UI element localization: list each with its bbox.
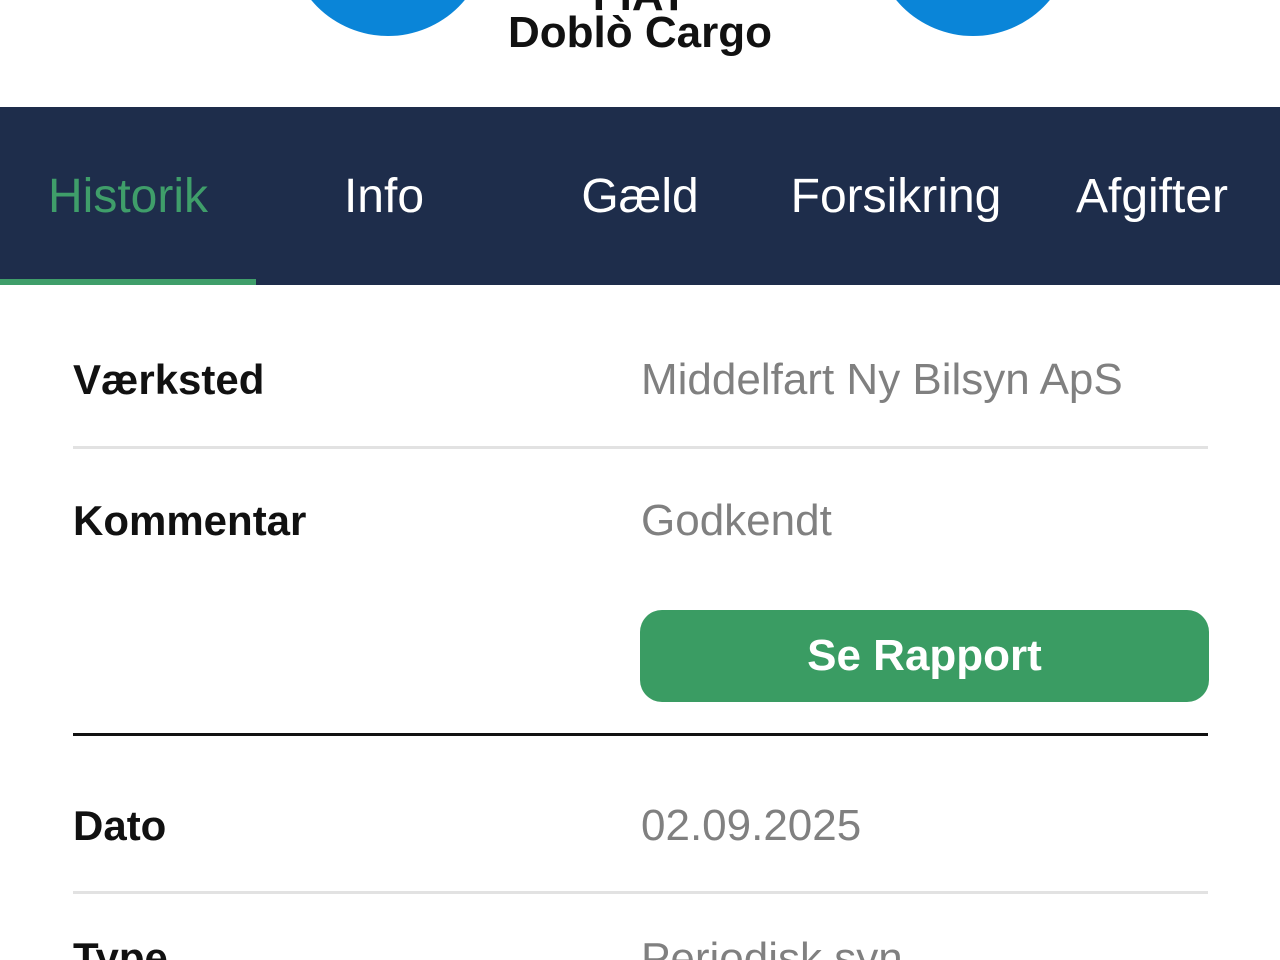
row-divider [73, 446, 1208, 449]
record-separator [73, 733, 1208, 736]
tab-gaeld[interactable]: Gæld [512, 107, 768, 285]
vehicle-header: FIAT Doblò Cargo [0, 0, 1280, 107]
row-divider [73, 891, 1208, 894]
tab-historik[interactable]: Historik [0, 107, 256, 285]
type-value: Periodisk syn [641, 934, 903, 960]
tab-forsikring[interactable]: Forsikring [768, 107, 1024, 285]
workshop-label: Værksted [73, 356, 265, 403]
date-value: 02.09.2025 [641, 801, 862, 850]
comment-value: Godkendt [641, 496, 832, 545]
see-report-button[interactable]: Se Rapport [640, 610, 1209, 702]
type-label: Type [73, 934, 168, 960]
vehicle-history-screen: FIAT Doblò Cargo Historik Info Gæld Fors… [0, 0, 1280, 960]
tab-info[interactable]: Info [256, 107, 512, 285]
vehicle-model: Doblò Cargo [508, 8, 772, 57]
date-label: Dato [73, 802, 167, 849]
active-tab-indicator [0, 279, 256, 285]
workshop-value: Middelfart Ny Bilsyn ApS [641, 355, 1123, 404]
tab-bar: Historik Info Gæld Forsikring Afgifter [0, 107, 1280, 285]
comment-label: Kommentar [73, 497, 307, 544]
tab-afgifter[interactable]: Afgifter [1024, 107, 1280, 285]
